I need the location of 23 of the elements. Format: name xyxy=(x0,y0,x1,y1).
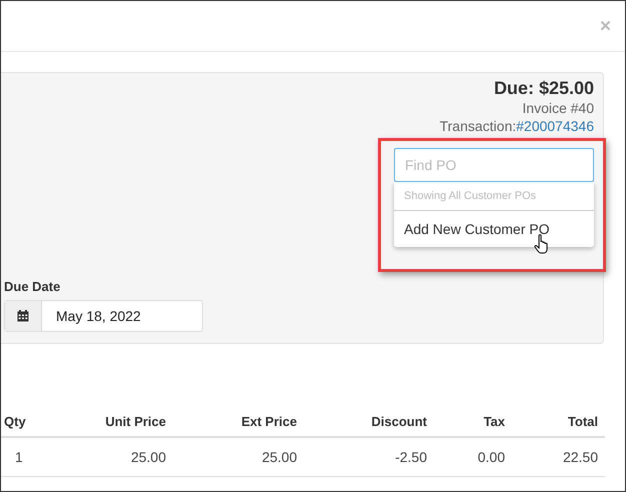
transaction-label: Transaction: xyxy=(440,118,516,134)
table-cell-text: 0.00 xyxy=(476,449,505,465)
invoice-number: Invoice #40 xyxy=(522,99,594,117)
amount-due: Due: $25.00 xyxy=(494,77,594,99)
column-header: Unit Price xyxy=(104,414,166,428)
table-cell-text: 25.00 xyxy=(260,449,297,465)
column-header: Discount xyxy=(370,414,427,428)
due-date-field[interactable]: May 18, 2022 xyxy=(4,300,203,332)
search-field[interactable]: Find PO xyxy=(394,148,594,182)
column-header: Total xyxy=(566,414,598,428)
transaction-link[interactable]: #200074346 xyxy=(516,118,594,134)
column-header: Qty xyxy=(3,414,27,428)
table-cell-text: -2.50 xyxy=(394,449,427,465)
menu-header: Showing All Customer POs xyxy=(394,182,594,211)
table-cell-text: 25.00 xyxy=(130,449,166,465)
menu-item[interactable]: Add New Customer PO xyxy=(394,211,594,247)
table-cell-text: 22.50 xyxy=(562,449,598,465)
column-header: Tax xyxy=(482,414,505,428)
due-date-label: Due Date xyxy=(4,279,62,294)
calendar-button[interactable] xyxy=(5,301,42,331)
calendar-icon xyxy=(17,310,29,322)
column-header: Ext Price xyxy=(240,414,297,428)
table-cell-text: 1 xyxy=(14,449,24,465)
